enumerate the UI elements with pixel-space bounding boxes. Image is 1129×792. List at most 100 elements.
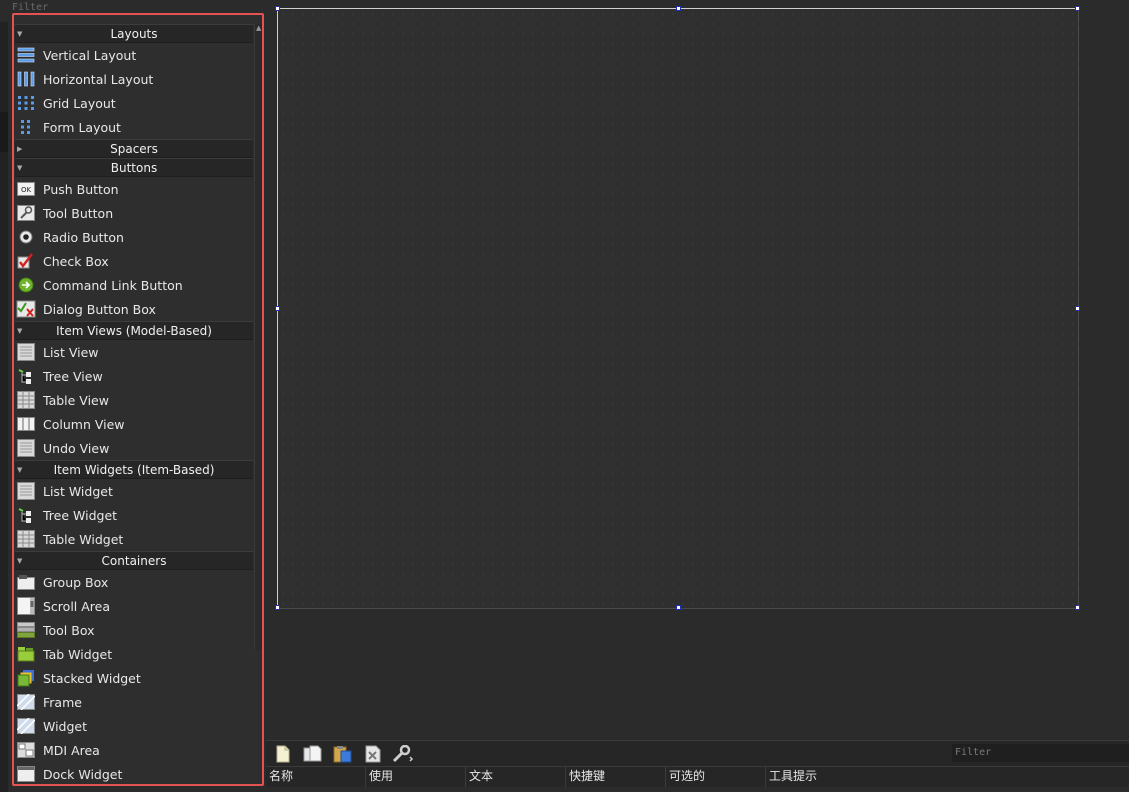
widget-item-dialog-button-box[interactable]: Dialog Button Box <box>15 297 253 321</box>
dialog-button-box-icon <box>16 300 36 318</box>
delete-action-icon[interactable] <box>362 744 384 764</box>
widget-item-horizontal-layout[interactable]: Horizontal Layout <box>15 67 253 91</box>
tree-widget-icon <box>16 506 36 524</box>
category-header-buttons[interactable]: ▼ Buttons <box>15 158 253 177</box>
tool-button-icon <box>16 204 36 222</box>
widget-item-label: List View <box>43 344 99 360</box>
widget-item-label: Grid Layout <box>43 95 116 111</box>
widget-item-label: Horizontal Layout <box>43 71 154 87</box>
resize-handle-bottom-right[interactable] <box>1075 605 1080 610</box>
command-link-icon <box>16 276 36 294</box>
column-header-5[interactable]: 工具提示 <box>766 767 1129 787</box>
list-view-icon <box>16 343 36 361</box>
widget-item-check-box[interactable]: Check Box <box>15 249 253 273</box>
column-header-1[interactable]: 使用 <box>366 767 466 787</box>
widget-item-vertical-layout[interactable]: Vertical Layout <box>15 43 253 67</box>
widget-item-column-view[interactable]: Column View <box>15 412 253 436</box>
widget-item-grid-layout[interactable]: Grid Layout <box>15 91 253 115</box>
radio-button-icon <box>16 228 36 246</box>
widget-item-push-button[interactable]: OK Push Button <box>15 177 253 201</box>
resize-handle-bottom-left[interactable] <box>275 605 280 610</box>
column-header-3[interactable]: 快捷键 <box>566 767 666 787</box>
resize-handle-top-center[interactable] <box>676 6 681 11</box>
check-box-icon <box>16 252 36 270</box>
widget-item-table-view[interactable]: Table View <box>15 388 253 412</box>
category-label: Spacers <box>110 142 158 156</box>
widget-item-label: Check Box <box>43 253 109 269</box>
svg-text:OK: OK <box>21 186 32 194</box>
widget-item-label: Dialog Button Box <box>43 301 156 317</box>
resize-handle-bottom-center[interactable] <box>676 605 681 610</box>
widget-item-mdi-area[interactable]: MDI Area <box>15 738 253 762</box>
expanded-arrow-icon[interactable]: ▼ <box>17 461 22 479</box>
widget-item-tree-view[interactable]: Tree View <box>15 364 253 388</box>
column-header-2[interactable]: 文本 <box>466 767 566 787</box>
widget-filter-placeholder[interactable]: Filter <box>12 2 48 13</box>
tab-widget-icon <box>16 645 36 663</box>
widget-item-label: List Widget <box>43 483 113 499</box>
widget-item-label: Tool Box <box>43 622 95 638</box>
category-label: Buttons <box>110 161 158 175</box>
widget-item-label: Column View <box>43 416 125 432</box>
mdi-area-icon <box>16 741 36 759</box>
expanded-arrow-icon[interactable]: ▼ <box>17 25 22 43</box>
configure-icon[interactable] <box>392 744 414 764</box>
expanded-arrow-icon[interactable]: ▼ <box>17 322 22 340</box>
widget-item-label: Frame <box>43 694 82 710</box>
widget-item-list-widget[interactable]: List Widget <box>15 479 253 503</box>
dock-widget-icon <box>16 765 36 783</box>
widget-item-tool-button[interactable]: Tool Button <box>15 201 253 225</box>
widget-item-stacked-widget[interactable]: Stacked Widget <box>15 666 253 690</box>
widget-box-panel: ▼ Layouts Vertical Layout Horizontal Layout… <box>12 13 264 786</box>
widget-item-frame[interactable]: Frame <box>15 690 253 714</box>
column-header-4[interactable]: 可选的 <box>666 767 766 787</box>
expanded-arrow-icon[interactable]: ▼ <box>17 159 22 177</box>
category-header-item-widgets-item-based[interactable]: ▼ Item Widgets (Item-Based) <box>15 460 253 479</box>
category-header-layouts[interactable]: ▼ Layouts <box>15 24 253 43</box>
widget-item-tab-widget[interactable]: Tab Widget <box>15 642 253 666</box>
widget-item-radio-button[interactable]: Radio Button <box>15 225 253 249</box>
widget-item-form-layout[interactable]: Form Layout <box>15 115 253 139</box>
resize-handle-middle-right[interactable] <box>1075 306 1080 311</box>
widget-item-label: Stacked Widget <box>43 670 141 686</box>
resize-handle-middle-left[interactable] <box>275 306 280 311</box>
new-action-icon[interactable] <box>272 744 294 764</box>
category-header-item-views-model-based[interactable]: ▼ Item Views (Model-Based) <box>15 321 253 340</box>
column-header-0[interactable]: 名称 <box>266 767 366 787</box>
widget-item-tree-widget[interactable]: Tree Widget <box>15 503 253 527</box>
stacked-widget-icon <box>16 669 36 687</box>
widget-item-label: Radio Button <box>43 229 124 245</box>
widget-item-group-box[interactable]: Group Box <box>15 570 253 594</box>
widget-item-table-widget[interactable]: Table Widget <box>15 527 253 551</box>
grid-layout-icon <box>16 94 36 112</box>
widget-item-label: Vertical Layout <box>43 47 137 63</box>
dock-tab[interactable] <box>0 112 8 152</box>
widget-item-label: Scroll Area <box>43 598 111 614</box>
vertical-layout-icon <box>16 46 36 64</box>
widget-item-scroll-area[interactable]: Scroll Area <box>15 594 253 618</box>
copy-action-icon[interactable] <box>302 744 324 764</box>
widget-box-scrollbar[interactable]: ▲ <box>254 24 262 650</box>
category-header-containers[interactable]: ▼ Containers <box>15 551 253 570</box>
widget-item-tool-box[interactable]: Tool Box <box>15 618 253 642</box>
widget-item-label: Command Link Button <box>43 277 183 293</box>
category-header-spacers[interactable]: ▶ Spacers <box>15 139 253 158</box>
paste-action-icon[interactable] <box>332 744 354 764</box>
resize-handle-top-right[interactable] <box>1075 6 1080 11</box>
push-button-icon: OK <box>16 180 36 198</box>
widget-item-command-link-button[interactable]: Command Link Button <box>15 273 253 297</box>
widget-item-label: Push Button <box>43 181 119 197</box>
form-canvas[interactable] <box>275 6 1080 610</box>
widget-item-list-view[interactable]: List View <box>15 340 253 364</box>
resize-handle-top-left[interactable] <box>275 6 280 11</box>
widget-icon <box>16 717 36 735</box>
collapsed-arrow-icon[interactable]: ▶ <box>17 140 22 158</box>
widget-item-label: Dock Widget <box>43 766 123 782</box>
table-widget-icon <box>16 530 36 548</box>
expanded-arrow-icon[interactable]: ▼ <box>17 552 22 570</box>
scroll-up-arrow-icon[interactable]: ▲ <box>256 24 261 32</box>
action-filter-input[interactable]: Filter <box>952 744 1129 762</box>
widget-item-dock-widget[interactable]: Dock Widget <box>15 762 253 784</box>
widget-item-widget[interactable]: Widget <box>15 714 253 738</box>
widget-item-undo-view[interactable]: Undo View <box>15 436 253 460</box>
